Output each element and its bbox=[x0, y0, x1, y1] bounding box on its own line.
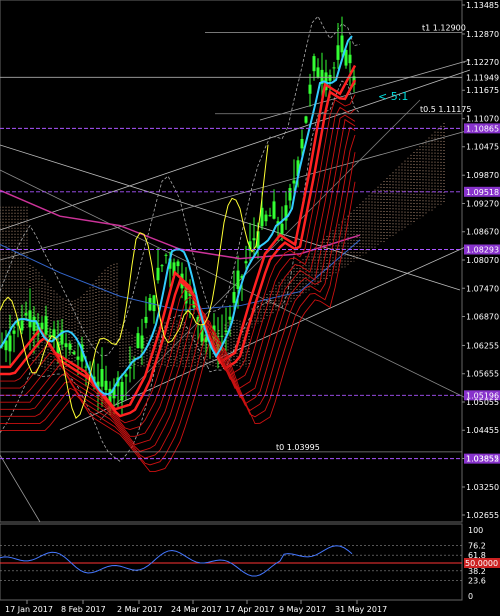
x-tick-label: 8 Feb 2017 bbox=[61, 605, 106, 614]
y-tick-label: 1.11070 bbox=[466, 115, 499, 124]
x-tick-label: 17 Jan 2017 bbox=[5, 605, 53, 614]
candle-body bbox=[20, 320, 24, 331]
candle-body bbox=[12, 330, 16, 334]
candle-body bbox=[24, 313, 28, 316]
candle-body bbox=[280, 223, 284, 234]
y-tick-label: 1.04455 bbox=[466, 426, 499, 435]
x-tick-label: 31 May 2017 bbox=[335, 605, 387, 614]
price-tag-label: 1.11949 bbox=[466, 73, 499, 82]
candle-body bbox=[136, 333, 140, 349]
y-tick-label: 1.03250 bbox=[466, 483, 499, 492]
candle-body bbox=[144, 316, 148, 323]
y-tick-label: 1.09870 bbox=[466, 171, 499, 180]
y-tick-label: 1.05655 bbox=[466, 370, 499, 379]
y-tick-label: 1.11675 bbox=[466, 86, 499, 95]
target-level-label: t1 1.12900 bbox=[422, 24, 466, 33]
candle-body bbox=[220, 335, 224, 337]
y-tick-label: 1.13485 bbox=[466, 1, 499, 10]
osc-tick-label: 23.6 bbox=[468, 576, 486, 585]
candle-body bbox=[328, 74, 332, 81]
x-tick-label: 17 Apr 2017 bbox=[225, 605, 274, 614]
candle-body bbox=[160, 265, 164, 267]
osc-tick-label: 100 bbox=[468, 526, 483, 535]
candle-body bbox=[32, 316, 36, 331]
price-tag-label: 1.10865 bbox=[466, 124, 499, 133]
candle-body bbox=[272, 201, 276, 219]
candle-body bbox=[72, 352, 76, 355]
candle-body bbox=[224, 330, 228, 333]
candle-body bbox=[28, 310, 32, 328]
y-tick-label: 1.09270 bbox=[466, 199, 499, 208]
candle-body bbox=[152, 295, 156, 312]
candle-body bbox=[140, 335, 144, 349]
x-tick-label: 24 Mar 2017 bbox=[171, 605, 222, 614]
candle-body bbox=[104, 380, 108, 391]
price-chart: t1 1.12900 t0 1.03995 t0.5 1.11175 < 5:1 1.… bbox=[0, 0, 500, 614]
x-tick-label: 9 May 2017 bbox=[279, 605, 326, 614]
ratio-label: < 5:1 bbox=[378, 90, 408, 103]
candle-body bbox=[316, 67, 320, 78]
osc-value-label: 50.0000 bbox=[465, 559, 498, 568]
candle-body bbox=[40, 322, 44, 330]
candle-body bbox=[76, 356, 80, 360]
y-tick-label: 1.03855 bbox=[466, 454, 499, 463]
price-tag-label: 1.08293 bbox=[466, 245, 499, 254]
osc-tick-label: 38.2 bbox=[468, 567, 486, 576]
y-tick-label: 1.06255 bbox=[466, 341, 499, 350]
candle-body bbox=[120, 381, 124, 401]
candle-body bbox=[332, 67, 336, 69]
candle-body bbox=[100, 369, 104, 387]
y-tick-label: 1.02655 bbox=[466, 511, 499, 520]
target-level-label: t0 1.03995 bbox=[276, 443, 320, 452]
candle-body bbox=[68, 343, 72, 350]
oscillator-panel-frame bbox=[0, 523, 463, 601]
y-tick-label: 1.10475 bbox=[466, 143, 499, 152]
candle-body bbox=[164, 254, 168, 256]
candle-body bbox=[288, 188, 292, 201]
main-panel-frame bbox=[0, 0, 463, 523]
candle-body bbox=[228, 316, 232, 320]
candle-body bbox=[64, 343, 68, 348]
y-tick-label: 1.07470 bbox=[466, 284, 499, 293]
candle-body bbox=[148, 297, 152, 311]
candle-body bbox=[176, 261, 180, 267]
y-tick-label: 1.08070 bbox=[466, 256, 499, 265]
candle-body bbox=[336, 45, 340, 60]
y-tick-label: 1.08670 bbox=[466, 228, 499, 237]
x-tick-label: 2 Mar 2017 bbox=[117, 605, 163, 614]
candle-body bbox=[304, 116, 308, 123]
price-tag-label: 1.09518 bbox=[466, 188, 499, 197]
candle-body bbox=[312, 56, 316, 72]
candle-body bbox=[308, 84, 312, 94]
candle-body bbox=[156, 267, 160, 281]
y-tick-label: 1.05055 bbox=[466, 398, 499, 407]
y-tick-label: 1.12870 bbox=[466, 30, 499, 39]
candle-body bbox=[348, 54, 352, 64]
candle-body bbox=[8, 335, 12, 352]
osc-tick-label: 76.2 bbox=[468, 542, 486, 551]
candle-body bbox=[340, 35, 344, 53]
candle-body bbox=[264, 214, 268, 222]
candle-body bbox=[236, 270, 240, 290]
y-tick-label: 1.06870 bbox=[466, 313, 499, 322]
candle-body bbox=[232, 292, 236, 303]
candle-body bbox=[124, 374, 128, 377]
candle-body bbox=[292, 180, 296, 184]
candle-body bbox=[252, 238, 256, 241]
candle-body bbox=[300, 138, 304, 149]
candle-body bbox=[268, 215, 272, 217]
osc-tick-label: 0 bbox=[468, 592, 473, 601]
target-level-label: t0.5 1.11175 bbox=[420, 105, 471, 114]
y-tick-label: 1.12270 bbox=[466, 58, 499, 67]
candle-body bbox=[44, 316, 48, 335]
chart-container: t1 1.12900 t0 1.03995 t0.5 1.11175 < 5:1 1.… bbox=[0, 0, 500, 616]
candle-body bbox=[244, 261, 248, 264]
